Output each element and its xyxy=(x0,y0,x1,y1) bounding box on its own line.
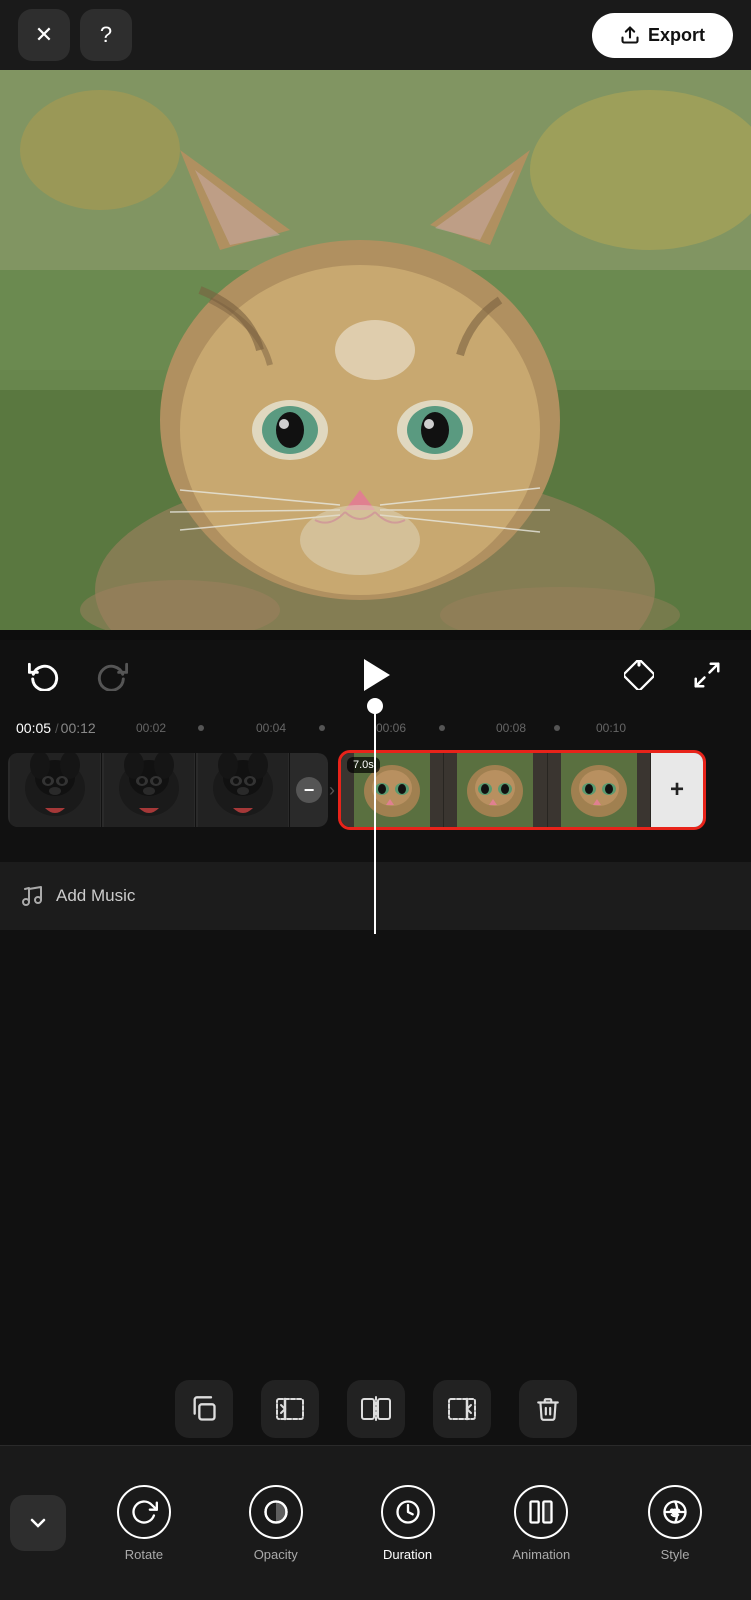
add-music-label: Add Music xyxy=(56,886,135,906)
export-button[interactable]: Export xyxy=(592,13,733,58)
delete-icon xyxy=(535,1395,561,1423)
playhead-handle[interactable] xyxy=(367,698,383,714)
controls-center xyxy=(258,649,492,701)
ruler-mark-2: 00:04 xyxy=(256,721,286,735)
nav-item-opacity[interactable]: Opacity xyxy=(245,1477,307,1570)
clip-minus-button[interactable]: − xyxy=(290,753,328,827)
trim-start-icon xyxy=(275,1395,305,1423)
duration-icon-circle xyxy=(381,1485,435,1539)
bottom-nav: Rotate Opacity Duration xyxy=(0,1445,751,1600)
cat-clip-selected[interactable]: 7.0s xyxy=(338,750,706,830)
chevron-down-icon xyxy=(26,1511,50,1535)
animation-label: Animation xyxy=(512,1547,570,1562)
help-button[interactable]: ? xyxy=(80,9,132,61)
undo-button[interactable] xyxy=(24,655,64,695)
style-icon-circle xyxy=(648,1485,702,1539)
cat-clip-inner: 7.0s xyxy=(341,753,703,827)
trim-end-icon xyxy=(447,1395,477,1423)
style-icon xyxy=(661,1498,689,1526)
nav-item-animation[interactable]: Animation xyxy=(508,1477,574,1570)
current-time: 00:05 xyxy=(16,720,51,736)
playhead[interactable] xyxy=(374,704,376,934)
trim-start-tool-button[interactable] xyxy=(261,1380,319,1438)
duplicate-icon xyxy=(190,1395,218,1423)
collapse-button[interactable] xyxy=(10,1495,66,1551)
redo-icon xyxy=(96,659,128,691)
style-label: Style xyxy=(661,1547,690,1562)
cat-frame-3 xyxy=(548,753,651,827)
ruler-mark-5: 00:10 xyxy=(596,721,626,735)
minus-icon: − xyxy=(296,777,322,803)
bottom-tool-strip xyxy=(0,1373,751,1445)
top-bar-left: ✕ ? xyxy=(18,9,132,61)
close-icon: ✕ xyxy=(35,22,53,48)
total-time: 00:12 xyxy=(61,720,96,736)
add-clip-button[interactable]: + xyxy=(651,753,703,827)
play-button[interactable] xyxy=(349,649,401,701)
redo-button[interactable] xyxy=(92,655,132,695)
nav-item-rotate[interactable]: Rotate xyxy=(113,1477,175,1570)
animation-icon-circle xyxy=(514,1485,568,1539)
play-icon xyxy=(364,659,390,691)
trim-end-tool-button[interactable] xyxy=(433,1380,491,1438)
cat-preview-image xyxy=(0,70,751,630)
dog-frame-1 xyxy=(8,753,102,827)
keyframe-button[interactable] xyxy=(619,655,659,695)
ruler-mark-4: 00:08 xyxy=(496,721,526,735)
animation-icon xyxy=(527,1498,555,1526)
rotate-icon xyxy=(130,1498,158,1526)
nav-item-style[interactable]: Style xyxy=(644,1477,706,1570)
nav-item-duration[interactable]: Duration xyxy=(377,1477,439,1570)
export-label: Export xyxy=(648,25,705,46)
music-note-icon xyxy=(20,884,44,908)
controls-left xyxy=(24,655,258,695)
top-bar: ✕ ? Export xyxy=(0,0,751,70)
nav-items: Rotate Opacity Duration xyxy=(78,1477,741,1570)
empty-timeline-area xyxy=(0,930,751,1430)
fullscreen-icon xyxy=(692,660,722,690)
rotate-label: Rotate xyxy=(125,1547,163,1562)
duration-label: Duration xyxy=(383,1547,432,1562)
split-tool-button[interactable] xyxy=(347,1380,405,1438)
dog-clip[interactable]: − xyxy=(8,753,328,827)
keyframe-icon xyxy=(624,660,654,690)
duplicate-tool-button[interactable] xyxy=(175,1380,233,1438)
opacity-label: Opacity xyxy=(254,1547,298,1562)
upload-icon xyxy=(620,25,640,45)
duration-icon xyxy=(394,1498,422,1526)
split-icon xyxy=(361,1395,391,1423)
delete-tool-button[interactable] xyxy=(519,1380,577,1438)
undo-icon xyxy=(28,659,60,691)
rotate-icon-circle xyxy=(117,1485,171,1539)
preview-area xyxy=(0,70,751,630)
dog-frame-2 xyxy=(102,753,196,827)
close-button[interactable]: ✕ xyxy=(18,9,70,61)
clip-separator: › xyxy=(328,780,336,801)
help-icon: ? xyxy=(100,22,112,48)
controls-right xyxy=(493,655,727,695)
opacity-icon-circle xyxy=(249,1485,303,1539)
ruler-mark-3: 00:06 xyxy=(376,721,406,735)
ruler-mark-1: 00:02 xyxy=(136,721,166,735)
dog-frame-3 xyxy=(196,753,290,827)
plus-icon: + xyxy=(661,774,693,806)
fullscreen-button[interactable] xyxy=(687,655,727,695)
cat-frame-2 xyxy=(444,753,547,827)
opacity-icon xyxy=(262,1498,290,1526)
